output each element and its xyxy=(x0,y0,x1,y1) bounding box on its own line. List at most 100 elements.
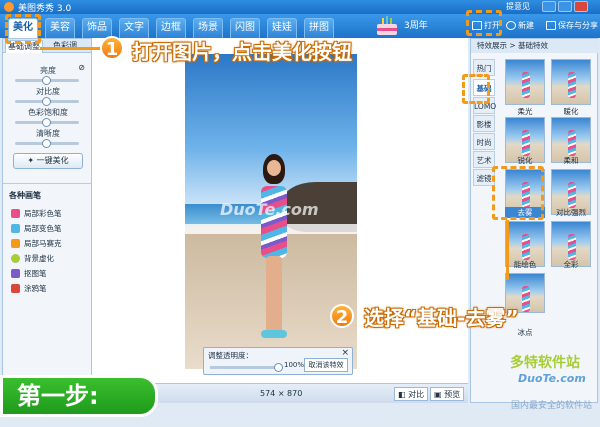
anniversary-text: 3周年 xyxy=(404,21,428,31)
effects-header: 特效展示 > 基础特效 xyxy=(471,39,599,53)
opacity-label: 调整透明度： xyxy=(208,351,253,360)
sharpness-slider[interactable] xyxy=(15,139,79,148)
photo-person xyxy=(257,154,291,344)
tab-text[interactable]: 文字 xyxy=(119,18,149,38)
save-icon xyxy=(546,21,556,30)
cake-icon xyxy=(377,16,397,35)
brush-label: 局部变色笔 xyxy=(24,224,62,233)
tab-flash[interactable]: 闪图 xyxy=(230,18,260,38)
highlight-dehaze-effect xyxy=(492,166,544,220)
effect-thumb-softlight[interactable] xyxy=(505,59,545,105)
saturation-label: 色彩饱和度 xyxy=(28,108,68,117)
brightness-knob[interactable] xyxy=(42,76,51,85)
close-icon[interactable]: × xyxy=(341,348,349,358)
blur-icon xyxy=(11,254,20,263)
photo-shoe xyxy=(261,330,287,338)
category-fashion[interactable]: 时尚 xyxy=(473,133,495,150)
brightness-slider[interactable] xyxy=(15,76,79,85)
one-click-beautify-button[interactable]: ✦ 一键美化 xyxy=(13,153,83,169)
photo-dress xyxy=(261,186,287,258)
save-share-button[interactable]: 保存与分享 xyxy=(546,18,598,34)
effect-label: 对比强烈 xyxy=(556,208,586,217)
app-title: 美图秀秀 3.0 xyxy=(18,4,72,14)
feedback-link[interactable]: 提意见 xyxy=(506,1,530,12)
compare-button[interactable]: ◧ 对比 xyxy=(394,387,429,401)
contrast-knob[interactable] xyxy=(42,97,51,106)
new-button[interactable]: 新建 xyxy=(506,18,534,34)
tab-collage[interactable]: 拼图 xyxy=(304,18,334,38)
site-slogan: 国内最安全的软件站 xyxy=(510,401,592,411)
tab-doll[interactable]: 娃娃 xyxy=(267,18,297,38)
step2-badge: 2 xyxy=(330,304,354,328)
new-label: 新建 xyxy=(518,21,534,30)
recolor-brush-icon xyxy=(11,224,20,233)
effect-label: 能绘色 xyxy=(513,260,537,269)
left-panel: 基础调整 色彩调 ⊘ 亮度 对比度 色彩饱和度 清晰度 ✦ 一键美化 各种画笔 … xyxy=(2,38,92,383)
cancel-effect-button[interactable]: 取消该特效 xyxy=(304,358,348,372)
saturation-slider[interactable] xyxy=(15,118,79,127)
arrow-step1 xyxy=(40,47,100,50)
sharpness-knob[interactable] xyxy=(42,139,51,148)
highlight-beautify-tab xyxy=(5,14,41,44)
close-button[interactable] xyxy=(574,1,588,12)
category-studio[interactable]: 影楼 xyxy=(473,115,495,132)
preview-button[interactable]: ▣ 预览 xyxy=(430,387,465,401)
opacity-knob[interactable] xyxy=(274,363,283,372)
brush-label: 局部马赛克 xyxy=(24,239,62,248)
brush-label: 抠图笔 xyxy=(24,269,47,278)
effect-label: 柔光 xyxy=(517,107,533,116)
arrow-step2 xyxy=(506,220,509,280)
brush-label: 局部彩色笔 xyxy=(24,209,62,218)
opacity-percent: 100% xyxy=(284,361,305,369)
preview-icon: ▣ xyxy=(434,390,445,399)
brush-list: 各种画笔 局部彩色笔 局部变色笔 局部马赛克 背景虚化 抠图笔 涂鸦笔 xyxy=(3,183,91,296)
brush-label: 背景虚化 xyxy=(24,254,54,263)
anniversary-badge: 3周年 xyxy=(372,12,452,38)
plus-icon xyxy=(506,21,516,30)
brush-label: 涂鸦笔 xyxy=(24,284,47,293)
contrast-label: 对比度 xyxy=(36,87,60,96)
one-click-label: 一键美化 xyxy=(36,156,69,165)
magic-icon: ✦ xyxy=(27,156,37,165)
highlight-basic-category xyxy=(462,74,490,104)
photo-face xyxy=(267,160,281,176)
saturation-knob[interactable] xyxy=(42,118,51,127)
step1-callout: 打开图片，点击美化按钮 xyxy=(132,40,352,64)
tab-frame[interactable]: 边框 xyxy=(156,18,186,38)
cutout-icon xyxy=(11,269,20,278)
tab-accessories[interactable]: 饰品 xyxy=(82,18,112,38)
doodle-icon xyxy=(11,284,20,293)
effect-label: 全彩 xyxy=(563,260,579,269)
compare-label: 对比 xyxy=(408,390,425,399)
title-bar: 美图秀秀 3.0 提意见 xyxy=(0,0,600,14)
minimize-button[interactable] xyxy=(542,1,556,12)
opacity-slider[interactable] xyxy=(210,363,283,372)
tab-scene[interactable]: 场景 xyxy=(193,18,223,38)
brush-item-partial-recolor[interactable]: 局部变色笔 xyxy=(3,221,91,236)
brush-item-cutout[interactable]: 抠图笔 xyxy=(3,266,91,281)
image-dimensions: 574 × 870 xyxy=(260,389,303,398)
effect-thumb-warm[interactable] xyxy=(551,59,591,105)
brush-item-doodle[interactable]: 涂鸦笔 xyxy=(3,281,91,296)
step2-callout: 选择“基础-去雾” xyxy=(364,306,519,330)
site-logo: 多特软件站 DuoTe.com xyxy=(470,352,598,392)
tab-face[interactable]: 美容 xyxy=(45,18,75,38)
brush-item-blur-bg[interactable]: 背景虚化 xyxy=(3,251,91,266)
category-art[interactable]: 艺术 xyxy=(473,151,495,168)
compare-icon: ◧ xyxy=(398,390,409,399)
highlight-open-button xyxy=(466,10,502,36)
mosaic-icon xyxy=(11,239,20,248)
photo-legs xyxy=(266,256,282,336)
brightness-label: 亮度 xyxy=(40,66,56,75)
contrast-slider[interactable] xyxy=(15,97,79,106)
step-banner: 第一步: xyxy=(0,375,158,417)
effect-label: 柔和 xyxy=(563,156,579,165)
save-label: 保存与分享 xyxy=(558,21,598,30)
brush-item-partial-color[interactable]: 局部彩色笔 xyxy=(3,206,91,221)
effect-label: 暖化 xyxy=(563,107,579,116)
maximize-button[interactable] xyxy=(558,1,572,12)
preview-label: 预览 xyxy=(444,390,461,399)
step1-badge: 1 xyxy=(100,36,124,60)
brush-item-mosaic[interactable]: 局部马赛克 xyxy=(3,236,91,251)
app-logo-icon xyxy=(4,2,14,12)
